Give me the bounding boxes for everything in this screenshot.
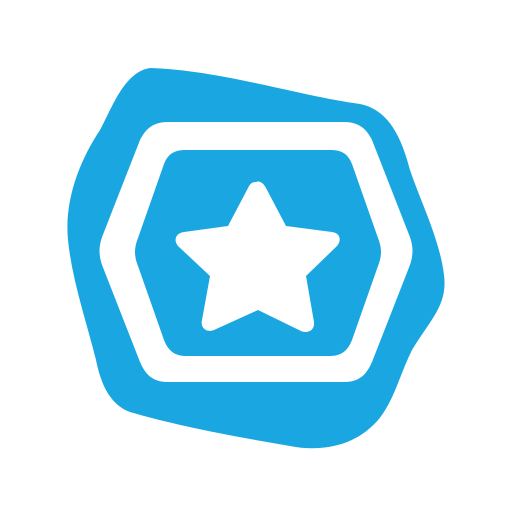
app-icon-canvas bbox=[0, 0, 512, 512]
star-badge-app-icon bbox=[67, 68, 445, 449]
